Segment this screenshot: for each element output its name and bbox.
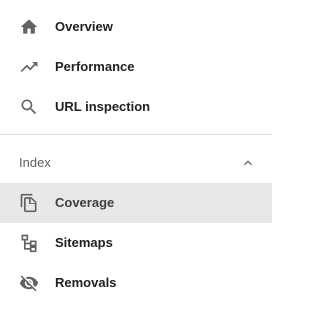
section-label: Index <box>19 155 51 170</box>
nav-item-url-inspection[interactable]: URL inspection <box>0 87 272 127</box>
nav-item-label: Coverage <box>55 195 115 210</box>
nav-item-overview[interactable]: Overview <box>0 7 272 47</box>
nav-item-label: Removals <box>55 275 117 290</box>
nav-item-performance[interactable]: Performance <box>0 47 272 87</box>
coverage-icon <box>19 193 39 213</box>
trending-up-icon <box>19 57 39 77</box>
search-icon <box>19 97 39 117</box>
nav-item-label: Sitemaps <box>55 235 113 250</box>
nav-item-label: URL inspection <box>55 99 151 114</box>
index-section-header[interactable]: Index <box>0 143 272 183</box>
sidebar-nav: Overview Performance URL inspection Inde… <box>0 0 272 310</box>
nav-item-coverage[interactable]: Coverage <box>0 183 272 223</box>
nav-item-removals[interactable]: Removals <box>0 263 272 303</box>
nav-item-label: Overview <box>55 19 113 34</box>
nav-item-sitemaps[interactable]: Sitemaps <box>0 223 272 263</box>
eye-off-icon <box>19 273 39 293</box>
sitemap-icon <box>19 233 39 253</box>
nav-item-label: Performance <box>55 59 135 74</box>
home-icon <box>19 17 39 37</box>
chevron-up-icon[interactable] <box>240 155 256 171</box>
section-divider <box>0 134 272 135</box>
